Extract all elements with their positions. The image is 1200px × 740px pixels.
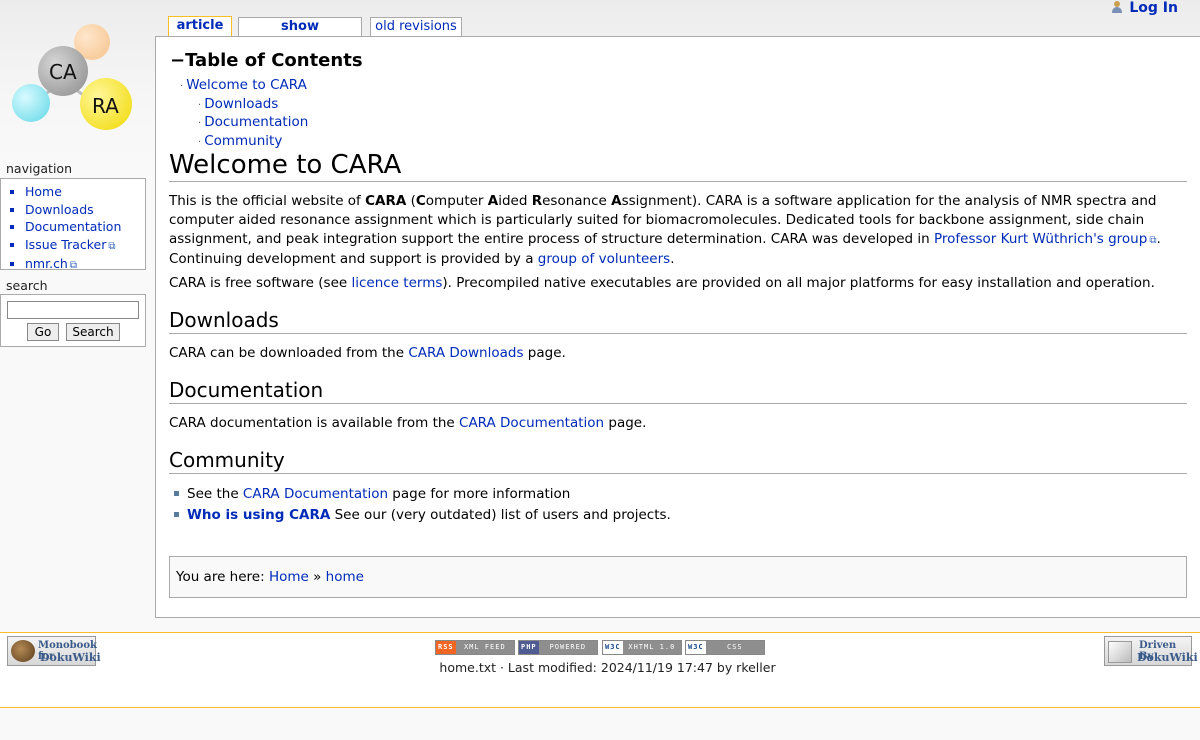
search-input[interactable] (7, 301, 139, 319)
breadcrumb-home-link[interactable]: Home (269, 569, 309, 585)
list-item: Who is using CARA See our (very outdated… (174, 505, 671, 526)
cara-downloads-link[interactable]: CARA Downloads (408, 345, 523, 361)
wuthrich-group-link[interactable]: Professor Kurt Wüthrich's group (934, 231, 1156, 247)
downloads-paragraph: CARA can be downloaded from the CARA Dow… (169, 345, 566, 361)
toc-item[interactable]: · Community (180, 133, 308, 152)
toc-item[interactable]: · Downloads (180, 96, 308, 115)
logo-ball-cyan (12, 84, 50, 122)
breadcrumb-current-link[interactable]: home (326, 569, 364, 585)
login-label: Log In (1129, 0, 1178, 16)
breadcrumb: You are here: Home » home (169, 556, 1187, 598)
navigation-portlet: Home Downloads Documentation Issue Track… (0, 178, 146, 271)
sidebar-item-issue-tracker[interactable]: Issue Tracker (25, 236, 145, 256)
logo-text-ra: RA (92, 94, 119, 118)
logo-text-ca: CA (49, 60, 77, 84)
page-title: Welcome to CARA (169, 150, 1187, 182)
css-badge[interactable]: W3C CSS (685, 640, 765, 655)
sidebar-item-home[interactable]: Home (25, 183, 145, 201)
toc-link[interactable]: Documentation (204, 114, 308, 130)
rss-badge[interactable]: RSS XML FEED (435, 640, 515, 655)
footer-divider (0, 632, 1200, 633)
login-link[interactable]: Log In (1111, 0, 1178, 16)
toc-link[interactable]: Community (204, 133, 282, 149)
tab-old-revisions[interactable]: old revisions (370, 17, 462, 36)
last-modified: home.txt · Last modified: 2024/11/19 17:… (439, 660, 776, 675)
monobook-mascot-icon (11, 640, 35, 662)
xhtml-badge[interactable]: W3C XHTML 1.0 (602, 640, 682, 655)
toc-link[interactable]: Downloads (204, 96, 278, 112)
downloads-heading: Downloads (169, 308, 1187, 334)
documentation-paragraph: CARA documentation is available from the… (169, 415, 647, 431)
sidebar-item-nmr-ch[interactable]: nmr.ch (25, 255, 145, 275)
license-paragraph: CARA is free software (see licence terms… (169, 275, 1155, 291)
user-icon (1111, 1, 1123, 13)
toc-item[interactable]: · Documentation (180, 114, 308, 133)
search-button[interactable]: Search (66, 323, 120, 341)
toc-item[interactable]: · Welcome to CARA (180, 77, 308, 96)
documentation-heading: Documentation (169, 378, 1187, 404)
community-heading: Community (169, 448, 1187, 474)
who-is-using-link[interactable]: Who is using CARA (187, 507, 330, 523)
search-portlet: Go Search (0, 294, 146, 347)
footer-divider (0, 707, 1200, 708)
cara-documentation-link[interactable]: CARA Documentation (459, 415, 604, 431)
tab-show-pagesource[interactable]: show pagesource (238, 17, 362, 52)
navigation-title: navigation (6, 161, 72, 176)
intro-paragraph: This is the official website of CARA (Co… (169, 192, 1187, 269)
search-title: search (6, 278, 48, 293)
cara-logo[interactable]: CA RA (8, 22, 138, 132)
list-item: See the CARA Documentation page for more… (174, 484, 671, 505)
volunteers-link[interactable]: group of volunteers (538, 251, 670, 267)
sidebar-item-documentation[interactable]: Documentation (25, 218, 145, 236)
toc-toggle[interactable]: − (170, 50, 185, 71)
php-badge[interactable]: PHP POWERED (518, 640, 598, 655)
tab-article[interactable]: article (168, 16, 232, 37)
community-doc-link[interactable]: CARA Documentation (243, 486, 388, 502)
main-content: −Table of Contents · Welcome to CARA · Dow… (155, 36, 1200, 618)
sidebar-item-downloads[interactable]: Downloads (25, 201, 145, 219)
go-button[interactable]: Go (27, 323, 59, 341)
toc-list: · Welcome to CARA · Downloads · Documentati… (180, 77, 308, 151)
toc-title: −Table of Contents (170, 50, 363, 71)
toc-link[interactable]: Welcome to CARA (186, 77, 307, 93)
licence-terms-link[interactable]: licence terms (351, 275, 442, 291)
community-list: See the CARA Documentation page for more… (174, 484, 671, 526)
toc-title-text: Table of Contents (185, 50, 363, 71)
